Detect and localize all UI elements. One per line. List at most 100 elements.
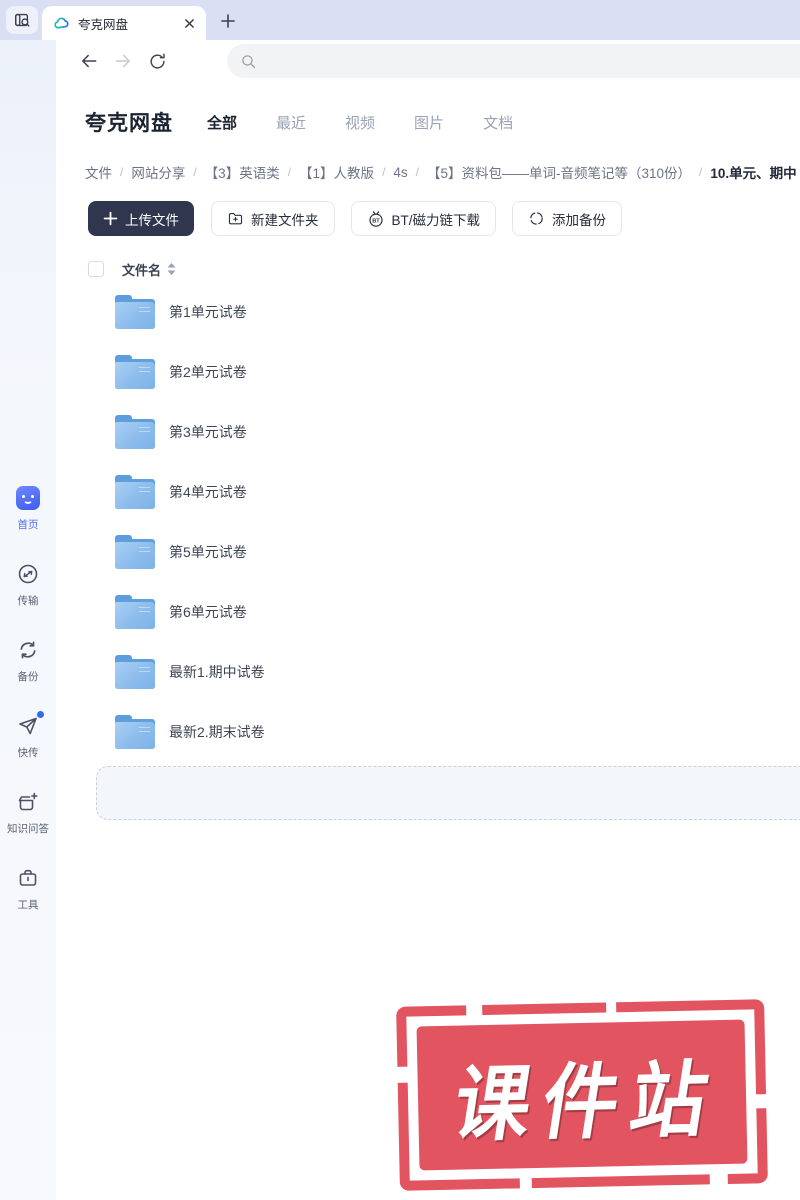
add-backup-label: 添加备份 [552,212,607,228]
toolbar: 上传文件 新建文件夹 BT BT/磁力链下载 添加备份 [56,182,800,236]
sidebar: 首页 传输 备份 快传 知识问答 工具 [0,40,56,1200]
search-input[interactable] [265,53,800,69]
plus-icon [221,14,235,28]
folder-icon [115,415,155,449]
bt-icon: BT [367,210,385,228]
folder-name: 最新1.期中试卷 [169,664,265,680]
sidebar-item-label: 传输 [17,595,39,607]
folder-icon [115,595,155,629]
folder-row[interactable]: 第1单元试卷 [56,282,800,342]
browser-tab-active[interactable]: 夸克网盘 [42,6,206,40]
folder-icon [115,715,155,749]
breadcrumb-current: 10.单元、期中 [710,166,797,181]
folder-row[interactable]: 第2单元试卷 [56,342,800,402]
filename-column-header: 文件名 [122,262,162,278]
tab-all[interactable]: 全部 [207,112,237,133]
breadcrumb-item[interactable]: 【3】英语类 [205,162,280,182]
bt-magnet-download-label: BT/磁力链下载 [391,212,481,228]
upload-file-label: 上传文件 [125,212,179,228]
breadcrumb: 文件 / 网站分享 / 【3】英语类 / 【1】人教版 / 4s / 【5】资料… [56,137,800,182]
breadcrumb-item[interactable]: 4s [393,165,407,180]
folder-row[interactable]: 第6单元试卷 [56,582,800,642]
back-button[interactable] [75,47,103,75]
sidebar-item-label: 工具 [17,899,39,911]
tab-image[interactable]: 图片 [414,112,444,133]
breadcrumb-item[interactable]: 文件 [85,162,112,182]
knowledge-box-icon [15,789,41,815]
folder-name: 第6单元试卷 [169,604,247,620]
folder-row[interactable]: 第5单元试卷 [56,522,800,582]
quark-cloud-favicon [54,17,69,29]
tab-search-button[interactable] [6,6,38,34]
upload-file-button[interactable]: 上传文件 [88,201,194,236]
folder-name: 第1单元试卷 [169,304,247,320]
breadcrumb-item[interactable]: 网站分享 [131,162,185,182]
page-header: 夸克网盘 全部 最近 视频 图片 文档 [56,82,800,137]
folder-row[interactable]: 第4单元试卷 [56,462,800,522]
forward-button[interactable] [109,47,137,75]
sidebar-item-quick-send[interactable]: 快传 [0,711,56,760]
breadcrumb-separator: / [699,165,703,179]
tab-document[interactable]: 文档 [483,112,513,133]
svg-text:BT: BT [372,218,380,224]
paper-plane-icon [15,711,44,739]
backup-circle-icon [528,210,545,227]
folder-icon [115,655,155,689]
tab-title: 夸克网盘 [78,17,129,32]
transfer-icon [15,561,41,587]
back-arrow-icon [82,54,97,68]
folder-icon [115,295,155,329]
tab-close-button[interactable] [180,14,198,32]
toolbox-icon [15,865,41,891]
sidebar-item-label: 知识问答 [7,823,49,835]
sidebar-item-label: 备份 [17,671,39,683]
breadcrumb-separator: / [193,165,197,179]
sidebar-item-label: 快传 [17,747,39,759]
new-tab-button[interactable] [214,7,242,35]
upload-dropzone[interactable] [96,766,800,820]
folder-icon [115,535,155,569]
folder-icon [115,355,155,389]
folder-plus-icon [227,210,244,227]
folder-name: 第4单元试卷 [169,484,247,500]
sidebar-item-label: 首页 [17,519,39,531]
new-folder-label: 新建文件夹 [251,212,319,228]
sidebar-item-backup[interactable]: 备份 [0,637,56,684]
add-backup-button[interactable]: 添加备份 [512,201,623,236]
folder-icon [115,475,155,509]
tab-recent[interactable]: 最近 [276,112,306,133]
folder-row[interactable]: 最新2.期末试卷 [56,702,800,762]
breadcrumb-separator: / [120,165,124,179]
sort-icon[interactable] [167,263,176,275]
refresh-button[interactable] [143,47,171,75]
close-icon [184,18,194,28]
folder-name: 第5单元试卷 [169,544,247,560]
sync-icon [15,637,41,663]
filter-tabs: 全部 最近 视频 图片 文档 [207,112,552,133]
plus-icon [103,211,118,226]
screen: 夸克网盘 首页 传输 备份 快传 知识问答 工具 夸克网盘 全部 最近 视频 图… [0,0,800,1200]
file-list: 第1单元试卷 第2单元试卷 第3单元试卷 第4单元试卷 第5单元试卷 第6单元试… [56,278,800,762]
sidebar-item-knowledge-qa[interactable]: 知识问答 [0,789,56,836]
folder-name: 最新2.期末试卷 [169,724,265,740]
sidebar-item-home[interactable]: 首页 [0,485,56,532]
folder-name: 第2单元试卷 [169,364,247,380]
sidebar-item-tools[interactable]: 工具 [0,865,56,912]
bt-magnet-download-button[interactable]: BT BT/磁力链下载 [350,201,497,236]
browser-search-bar[interactable] [227,44,800,78]
folder-row[interactable]: 第3单元试卷 [56,402,800,462]
select-all-checkbox[interactable] [88,261,104,277]
notification-dot [37,711,44,718]
breadcrumb-item[interactable]: 【5】资料包——单词-音频笔记等（310份） [427,162,691,182]
home-icon [15,485,41,511]
tab-video[interactable]: 视频 [345,112,375,133]
breadcrumb-separator: / [415,165,420,179]
page-title: 夸克网盘 [85,112,173,135]
sidebar-item-transfer[interactable]: 传输 [0,561,56,608]
breadcrumb-separator: / [382,165,386,179]
folder-name: 第3单元试卷 [169,424,247,440]
breadcrumb-separator: / [287,165,292,179]
breadcrumb-item[interactable]: 【1】人教版 [299,162,374,182]
new-folder-button[interactable]: 新建文件夹 [211,201,335,236]
folder-row[interactable]: 最新1.期中试卷 [56,642,800,702]
